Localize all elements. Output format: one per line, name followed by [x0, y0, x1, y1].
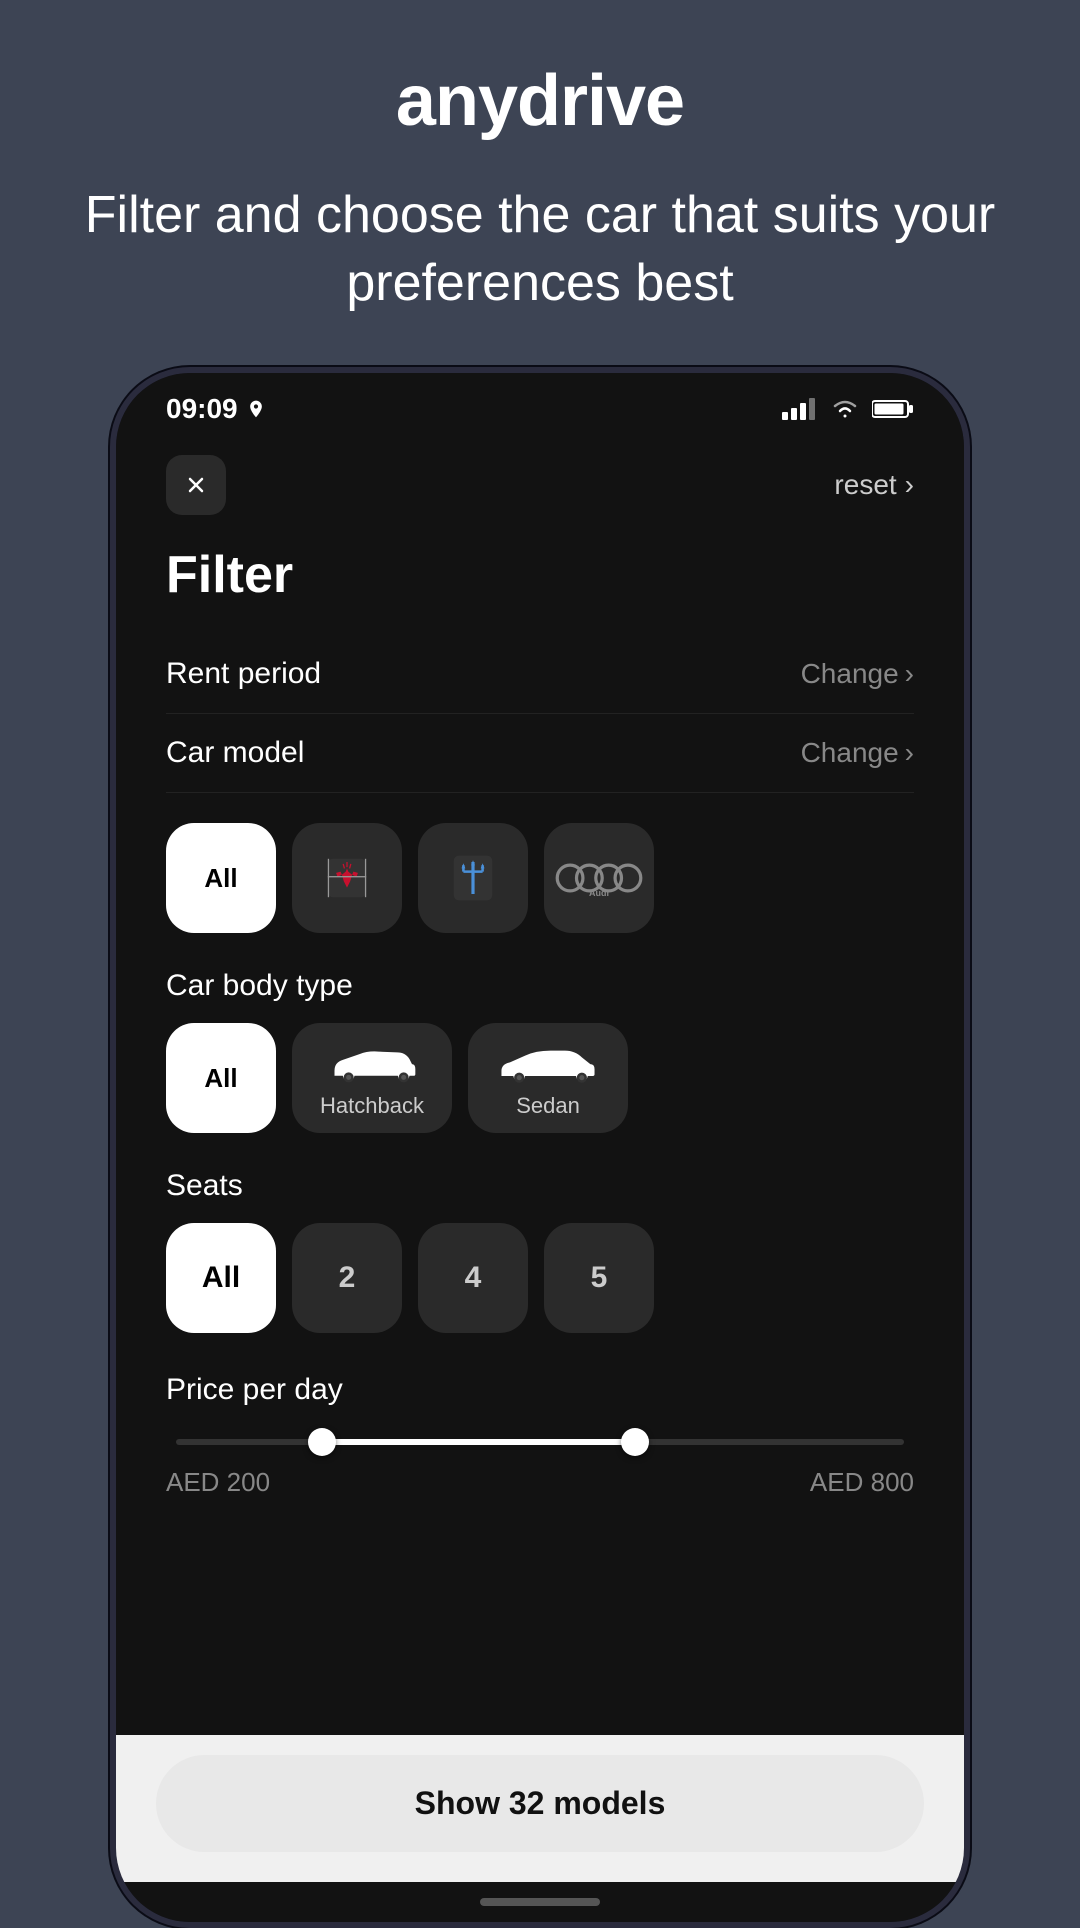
brand-chip-porsche[interactable] [292, 823, 402, 933]
screen-content: reset › Filter Rent period Change › Car … [116, 435, 964, 1735]
price-thumb-min[interactable] [308, 1428, 336, 1456]
bottom-indicator [116, 1882, 964, 1922]
brand-chip-all[interactable]: All [166, 823, 276, 933]
seat-chip-4[interactable]: 4 [418, 1223, 528, 1333]
rent-period-row[interactable]: Rent period Change › [166, 635, 914, 714]
status-icons [782, 398, 914, 420]
body-type-label: Car body type [166, 969, 914, 1003]
hatchback-label: Hatchback [320, 1093, 424, 1119]
price-max-label: AED 800 [810, 1467, 914, 1498]
brand-chip-maserati[interactable] [418, 823, 528, 933]
rent-period-chevron-icon: › [905, 658, 914, 690]
sedan-label: Sedan [516, 1093, 580, 1119]
price-min-label: AED 200 [166, 1467, 270, 1498]
status-bar: 09:09 [116, 373, 964, 435]
body-type-section: Car body type All Hatchback [166, 969, 914, 1133]
rent-period-action[interactable]: Change › [801, 658, 914, 690]
seat-chip-all[interactable]: All [166, 1223, 276, 1333]
seat-chip-2[interactable]: 2 [292, 1223, 402, 1333]
rent-period-label: Rent period [166, 657, 321, 691]
location-icon [246, 399, 266, 419]
body-chip-sedan[interactable]: Sedan [468, 1023, 628, 1133]
body-chips-container: All Hatchback [166, 1023, 914, 1133]
sedan-icon [493, 1037, 603, 1087]
price-section: Price per day AED 200 AED 800 [166, 1373, 914, 1498]
reset-chevron-icon: › [905, 469, 914, 501]
body-chip-hatchback[interactable]: Hatchback [292, 1023, 452, 1133]
battery-icon [872, 398, 914, 420]
status-time: 09:09 [166, 393, 266, 425]
signal-icon [782, 398, 818, 420]
home-indicator [480, 1898, 600, 1906]
phone-frame: 09:09 [110, 367, 970, 1928]
reset-button[interactable]: reset › [834, 469, 914, 501]
brand-section: All [166, 823, 914, 933]
app-title: anydrive [396, 60, 684, 142]
car-model-chevron-icon: › [905, 737, 914, 769]
audi-logo-icon: Audi [554, 846, 644, 910]
seats-section: Seats All 2 4 5 [166, 1169, 914, 1333]
body-chip-all[interactable]: All [166, 1023, 276, 1133]
top-nav: reset › [166, 455, 914, 515]
hatchback-icon [322, 1037, 422, 1087]
seat-chips-container: All 2 4 5 [166, 1223, 914, 1333]
price-slider[interactable] [176, 1437, 904, 1447]
wifi-icon [830, 398, 860, 420]
show-btn-container: Show 32 models [116, 1735, 964, 1882]
price-range-labels: AED 200 AED 800 [166, 1467, 914, 1498]
car-model-action[interactable]: Change › [801, 737, 914, 769]
seats-label: Seats [166, 1169, 914, 1203]
brand-chips-container: All [166, 823, 914, 933]
porsche-logo-icon [315, 846, 379, 910]
close-button[interactable] [166, 455, 226, 515]
price-slider-fill [322, 1439, 635, 1445]
maserati-logo-icon [441, 846, 505, 910]
app-subtitle: Filter and choose the car that suits you… [0, 182, 1080, 317]
seat-chip-5[interactable]: 5 [544, 1223, 654, 1333]
car-model-row[interactable]: Car model Change › [166, 714, 914, 793]
show-models-button[interactable]: Show 32 models [156, 1755, 924, 1852]
car-model-label: Car model [166, 736, 304, 770]
price-thumb-max[interactable] [621, 1428, 649, 1456]
brand-chip-audi[interactable]: Audi [544, 823, 654, 933]
svg-text:Audi: Audi [589, 888, 609, 898]
price-label: Price per day [166, 1373, 914, 1407]
filter-title: Filter [166, 545, 914, 605]
